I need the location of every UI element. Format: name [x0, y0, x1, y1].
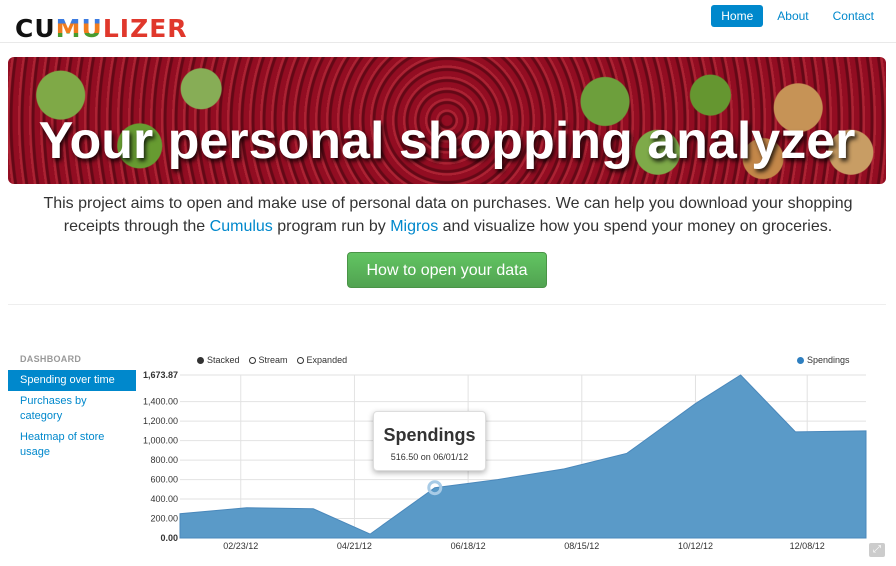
legend-label: Spendings: [807, 355, 850, 365]
y-tick-label: 0.00: [160, 533, 178, 543]
top-navbar: CUMULIZER Home About Contact: [0, 0, 896, 43]
x-tick-label: 12/08/12: [790, 541, 825, 550]
y-tick-label: 600.00: [150, 475, 178, 485]
intro-text-2: program run by: [272, 218, 391, 235]
nav-contact[interactable]: Contact: [823, 5, 884, 27]
mode-stacked[interactable]: Stacked: [197, 355, 240, 365]
chart-tooltip: Spendings 516.50 on 06/01/12: [373, 411, 486, 471]
chart-mode-controls: Stacked Stream Expanded: [197, 355, 347, 365]
x-tick-label: 04/21/12: [337, 541, 372, 550]
main-nav: Home About Contact: [711, 5, 884, 27]
cumulizer-logo[interactable]: CUMULIZER: [15, 14, 188, 44]
mode-stream[interactable]: Stream: [248, 355, 288, 365]
sidebar-item-heatmap[interactable]: Heatmap of store usage: [8, 427, 136, 463]
spendings-area: [179, 374, 867, 539]
chart-legend[interactable]: Spendings: [797, 355, 850, 365]
hero-title: Your personal shopping analyzer: [38, 112, 856, 170]
mode-label: Stream: [258, 355, 288, 365]
migros-link[interactable]: Migros: [390, 218, 438, 235]
intro-paragraph: This project aims to open and make use o…: [30, 192, 866, 238]
x-tick-label: 10/12/12: [678, 541, 713, 550]
logo-part-1: CU: [15, 14, 56, 43]
x-tick-label: 08/15/12: [564, 541, 599, 550]
radio-icon: [296, 356, 304, 364]
cumulus-link[interactable]: Cumulus: [210, 218, 273, 235]
y-tick-label: 800.00: [150, 455, 178, 465]
y-tick-label: 1,000.00: [143, 436, 178, 446]
tooltip-value: 516.50 on 06/01/12: [390, 452, 469, 462]
x-tick-label: 02/23/12: [223, 541, 258, 550]
expand-icon[interactable]: ⤢: [869, 543, 885, 557]
tooltip-title: Spendings: [383, 425, 476, 445]
section-divider: [8, 304, 886, 305]
y-tick-label: 1,400.00: [143, 397, 178, 407]
dashboard-heading: DASHBOARD: [20, 354, 82, 364]
mode-expanded[interactable]: Expanded: [296, 355, 348, 365]
y-tick-label: 1,200.00: [143, 416, 178, 426]
intro-text-3: and visualize how you spend your money o…: [438, 218, 833, 235]
radio-icon: [197, 356, 204, 364]
dashboard-sidebar: Spending over time Purchases by category…: [8, 370, 136, 463]
sidebar-item-category[interactable]: Purchases by category: [8, 391, 136, 427]
nav-about[interactable]: About: [767, 5, 818, 27]
logo-part-3: LIZER: [102, 14, 188, 43]
mode-label: Stacked: [207, 355, 240, 365]
y-tick-label: 200.00: [150, 514, 178, 524]
logo-part-2: MU: [55, 14, 103, 43]
mode-label: Expanded: [306, 355, 348, 365]
open-data-button[interactable]: How to open your data: [347, 252, 547, 288]
y-tick-label: 1,673.87: [143, 370, 178, 380]
nav-home[interactable]: Home: [711, 5, 764, 27]
y-tick-label: 400.00: [150, 494, 178, 504]
legend-dot-icon: [797, 356, 804, 364]
sidebar-item-spending[interactable]: Spending over time: [8, 370, 136, 391]
hero-banner: Your personal shopping analyzer: [8, 57, 886, 184]
radio-icon: [248, 356, 256, 364]
spending-chart: 0.00 200.00 400.00 600.00 800.00 1,000.00 1,20…: [143, 370, 867, 550]
x-tick-label: 06/18/12: [451, 541, 486, 550]
